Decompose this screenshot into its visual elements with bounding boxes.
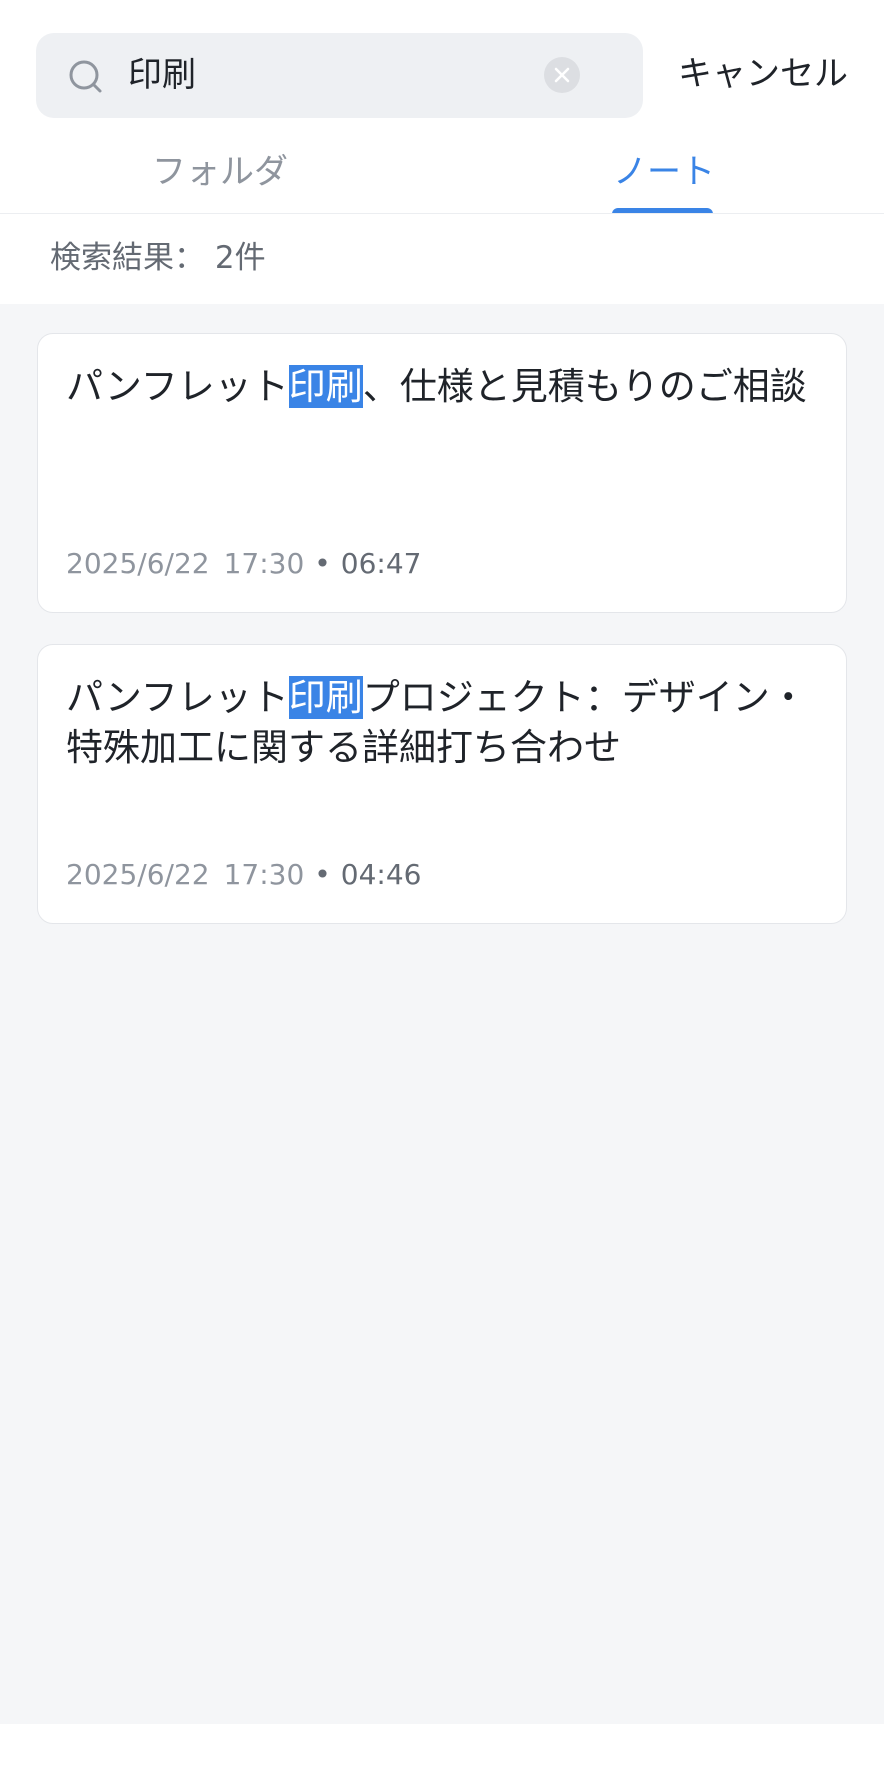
result-count: 検索結果： 2件 (50, 238, 266, 278)
cancel-button[interactable]: キャンセル (678, 52, 848, 96)
search-highlight: 印刷 (288, 676, 363, 719)
search-page: 印刷 キャンセル フォルダ ノート 検索結果： 2件 パンフレット印刷、仕様と見… (0, 0, 884, 1770)
note-date: 2025/6/22 (66, 547, 210, 580)
note-title-text: パンフレット (66, 676, 289, 719)
tab-notes[interactable]: ノート (613, 150, 715, 194)
note-card[interactable]: パンフレット印刷、仕様と見積もりのご相談 2025/6/22 17:30 • 06:4… (37, 333, 847, 613)
meta-separator: • (314, 858, 331, 891)
result-count-value: 2件 (214, 240, 266, 276)
result-count-label: 検索結果： (50, 240, 205, 276)
search-input[interactable]: 印刷 (36, 33, 643, 118)
note-duration: 04:46 (340, 858, 422, 891)
results-list: パンフレット印刷、仕様と見積もりのご相談 2025/6/22 17:30 • 06:4… (0, 304, 884, 1724)
bottom-safe-area (0, 1724, 884, 1770)
note-duration: 06:47 (340, 547, 422, 580)
tab-folders[interactable]: フォルダ (152, 150, 288, 194)
note-time: 17:30 (223, 858, 305, 891)
note-title-text: パンフレット (66, 365, 289, 408)
search-query[interactable]: 印刷 (128, 55, 196, 95)
note-meta: 2025/6/22 17:30 • 06:47 (66, 546, 422, 582)
note-card[interactable]: パンフレット印刷プロジェクト：デザイン・特殊加工に関する詳細打ち合わせ 2025… (37, 644, 847, 924)
note-date: 2025/6/22 (66, 858, 210, 891)
result-count-bar: 検索結果： 2件 (0, 214, 884, 304)
note-title: パンフレット印刷、仕様と見積もりのご相談 (66, 362, 826, 412)
close-icon (554, 67, 570, 83)
search-header: 印刷 キャンセル フォルダ ノート (0, 0, 884, 216)
search-icon (67, 58, 107, 98)
meta-separator: • (314, 547, 331, 580)
note-time: 17:30 (223, 547, 305, 580)
clear-search-button[interactable] (544, 57, 580, 93)
note-title-text: 、仕様と見積もりのご相談 (362, 365, 807, 408)
note-meta: 2025/6/22 17:30 • 04:46 (66, 857, 422, 893)
search-highlight: 印刷 (288, 365, 363, 408)
note-title: パンフレット印刷プロジェクト：デザイン・特殊加工に関する詳細打ち合わせ (66, 673, 826, 773)
